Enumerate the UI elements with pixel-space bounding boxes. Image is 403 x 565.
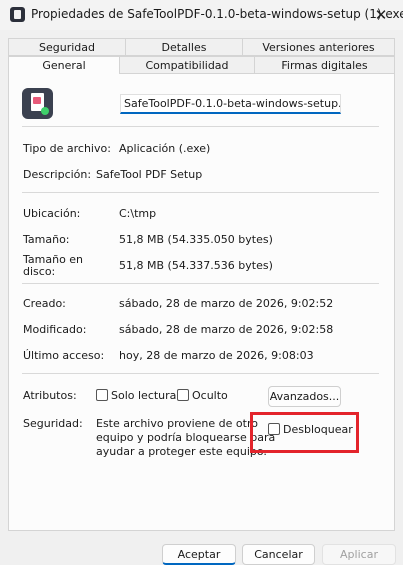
acceso-label: Último acceso:	[23, 349, 105, 362]
tab-versiones-anteriores[interactable]: Versiones anteriores	[242, 38, 395, 56]
aceptar-button[interactable]: Aceptar	[162, 544, 236, 565]
tab-row-bottom: General Compatibilidad Firmas digitales	[8, 56, 395, 75]
tab-row-top: Seguridad Detalles Versiones anteriores	[8, 38, 395, 56]
tab-compatibilidad[interactable]: Compatibilidad	[119, 56, 254, 74]
descripcion-label: Descripción:	[23, 168, 92, 181]
oculto-label: Oculto	[192, 389, 228, 402]
tamano-value: 51,8 MB (54.335.050 bytes)	[119, 233, 273, 246]
title-bar: Propiedades de SafeToolPDF-0.1.0-beta-wi…	[0, 0, 403, 30]
tamano-disco-label-2: disco:	[23, 265, 56, 278]
solo-lectura-checkbox[interactable]	[96, 389, 108, 401]
seguridad-text-line-3: ayudar a proteger este equipo.	[96, 445, 267, 458]
modificado-value: sábado, 28 de marzo de 2026, 9:02:58	[119, 323, 334, 336]
close-button[interactable]: ✕	[359, 0, 403, 30]
tipo-value: Aplicación (.exe)	[119, 142, 211, 155]
tab-seguridad[interactable]: Seguridad	[8, 38, 125, 56]
modificado-label: Modificado:	[23, 323, 87, 336]
window-title: Propiedades de SafeToolPDF-0.1.0-beta-wi…	[31, 7, 403, 21]
descripcion-value: SafeTool PDF Setup	[96, 168, 203, 181]
ubicacion-value: C:\tmp	[119, 207, 157, 220]
atributos-label: Atributos:	[23, 389, 77, 402]
app-icon	[10, 7, 25, 22]
tab-general[interactable]: General	[8, 56, 119, 75]
seguridad-text-line-1: Este archivo proviene de otro	[96, 417, 258, 430]
solo-lectura-label: Solo lectura	[111, 389, 177, 402]
general-panel: SafeToolPDF-0.1.0-beta-windows-setup.exe…	[8, 73, 395, 531]
divider	[22, 283, 379, 284]
desbloquear-checkbox[interactable]	[268, 423, 280, 435]
tipo-label: Tipo de archivo:	[23, 142, 111, 155]
ubicacion-label: Ubicación:	[23, 207, 81, 220]
creado-value: sábado, 28 de marzo de 2026, 9:02:52	[119, 297, 334, 310]
desbloquear-label[interactable]: Desbloquear	[283, 423, 353, 436]
seguridad-text-line-2: equipo y podría bloquearse para	[96, 431, 276, 444]
divider	[22, 126, 379, 127]
filename-field[interactable]: SafeToolPDF-0.1.0-beta-windows-setup.exe	[120, 94, 341, 114]
file-icon	[22, 88, 53, 119]
tab-detalles[interactable]: Detalles	[125, 38, 242, 56]
tamano-disco-value: 51,8 MB (54.337.536 bytes)	[119, 259, 273, 272]
divider	[22, 192, 379, 193]
status-dot-icon	[41, 107, 49, 115]
avanzados-button[interactable]: Avanzados...	[268, 386, 341, 407]
acceso-value: hoy, 28 de marzo de 2026, 9:08:03	[119, 349, 314, 362]
oculto-checkbox[interactable]	[177, 389, 189, 401]
seguridad-label: Seguridad:	[23, 417, 83, 430]
cancelar-button[interactable]: Cancelar	[242, 544, 315, 565]
tab-firmas-digitales[interactable]: Firmas digitales	[254, 56, 395, 74]
divider	[22, 373, 379, 374]
tamano-label: Tamaño:	[23, 233, 70, 246]
aplicar-button[interactable]: Aplicar	[322, 544, 396, 565]
creado-label: Creado:	[23, 297, 66, 310]
